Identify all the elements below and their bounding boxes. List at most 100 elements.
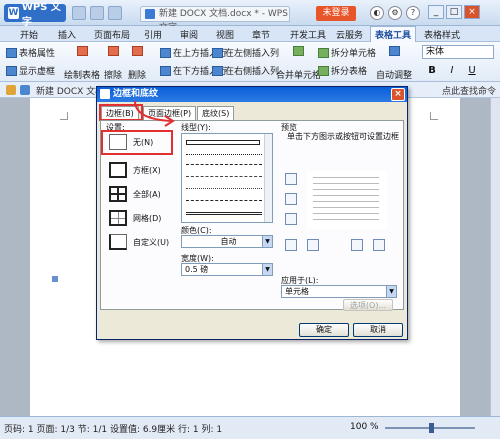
maximize-button[interactable]: □: [446, 5, 462, 19]
line-style-list[interactable]: [181, 133, 273, 223]
eraser-label: 擦除: [104, 71, 123, 81]
setting-all-label: 全部(A): [133, 189, 161, 199]
underline-button[interactable]: U: [466, 64, 478, 78]
minimize-button[interactable]: _: [428, 5, 444, 19]
save-file-icon[interactable]: [20, 85, 30, 95]
setting-grid[interactable]: 网格(D): [109, 207, 179, 229]
vertical-scrollbar[interactable]: [490, 98, 500, 416]
preview-line: [313, 177, 379, 178]
menu-chapter[interactable]: 章节: [252, 28, 270, 41]
command-search[interactable]: 点此查找命令: [442, 84, 496, 97]
save-icon[interactable]: [72, 6, 86, 20]
merge-cells-button[interactable]: 合并单元格: [276, 46, 321, 81]
menu-page-layout[interactable]: 页面布局: [94, 28, 130, 41]
settings-icon[interactable]: ⚙: [388, 6, 402, 20]
setting-custom[interactable]: 自定义(U): [109, 231, 179, 253]
redo-icon[interactable]: [108, 6, 122, 20]
zoom-slider-thumb[interactable]: [429, 423, 434, 433]
document-tab[interactable]: 新建 DOCX 文档.docx * - WPS 文字: [140, 6, 290, 33]
login-button[interactable]: 未登录: [316, 6, 356, 21]
split-cells-label: 拆分单元格: [331, 49, 377, 59]
preview-area[interactable]: [307, 171, 387, 229]
status-bar: 页码: 1 页面: 1/3 节: 1/1 设置值: 6.9厘米 行: 1 列: …: [0, 416, 500, 439]
border-top-button[interactable]: [285, 173, 297, 185]
red-arrow-icon: [134, 100, 175, 127]
insert-left-button[interactable]: 在左侧插入列: [212, 46, 279, 59]
line-style-dash-long[interactable]: [186, 176, 262, 177]
color-select[interactable]: 自动 ▼: [181, 235, 273, 248]
insert-right-button[interactable]: 在右侧插入列: [212, 64, 279, 77]
draw-table-button[interactable]: 绘制表格: [64, 46, 100, 81]
font-family-select[interactable]: 宋体: [422, 45, 494, 59]
border-grid-icon: [109, 210, 127, 226]
tab-shading[interactable]: 底纹(S): [197, 106, 235, 120]
options-button[interactable]: 选项(O)...: [343, 299, 393, 311]
line-style-dash-dot-dot[interactable]: [186, 200, 262, 201]
split-cells-button[interactable]: 拆分单元格: [318, 46, 376, 59]
bold-button[interactable]: B: [426, 64, 438, 78]
ok-button[interactable]: 确定: [299, 323, 349, 337]
line-style-scrollbar[interactable]: [264, 134, 272, 222]
zoom-slider[interactable]: [385, 423, 475, 433]
margin-corner-mark: [60, 112, 68, 120]
border-inside-v-button[interactable]: [351, 239, 363, 251]
ribbon: 表格属性 显示虚框 绘制表格 擦除 删除 在上方插入行 在下方插入行 在左侧插入…: [0, 42, 500, 82]
setting-all[interactable]: 全部(A): [109, 183, 179, 205]
insert-left-label: 在左侧插入列: [225, 49, 280, 59]
delete-label: 删除: [128, 71, 147, 81]
chevron-down-icon: ▼: [262, 264, 272, 275]
menu-table-style[interactable]: 表格样式: [424, 28, 460, 41]
menu-insert[interactable]: 插入: [58, 28, 76, 41]
skin-icon[interactable]: ◐: [370, 6, 384, 20]
draw-table-label: 绘制表格: [64, 71, 101, 81]
menu-review[interactable]: 审阅: [180, 28, 198, 41]
zoom-level: 100 %: [350, 422, 379, 432]
help-icon[interactable]: ?: [406, 6, 420, 20]
setting-grid-label: 网格(D): [133, 213, 162, 223]
table-move-handle-icon[interactable]: [52, 276, 58, 282]
menu-view[interactable]: 视图: [216, 28, 234, 41]
dialog-close-button[interactable]: ×: [391, 88, 405, 101]
apply-to-select[interactable]: 单元格 ▼: [281, 285, 397, 298]
border-diagonal-down-button[interactable]: [373, 239, 385, 251]
menu-table-tools[interactable]: 表格工具: [370, 26, 417, 42]
eraser-icon: [107, 46, 119, 56]
wps-app-button[interactable]: W WPS 文字: [4, 2, 66, 28]
close-button[interactable]: ×: [464, 5, 480, 19]
border-inside-h-button[interactable]: [285, 193, 297, 205]
border-left-button[interactable]: [307, 239, 319, 251]
open-folder-icon[interactable]: [6, 85, 16, 95]
line-style-solid[interactable]: [186, 140, 260, 145]
line-style-dash-dot[interactable]: [186, 188, 262, 189]
insert-col-left-icon: [212, 47, 223, 58]
insert-row-above-icon: [160, 47, 171, 58]
app-button-label: WPS 文字: [21, 2, 61, 28]
menu-developer[interactable]: 开发工具: [290, 28, 326, 41]
border-box-icon: [109, 162, 127, 178]
cancel-button[interactable]: 取消: [353, 323, 403, 337]
setting-box[interactable]: 方框(X): [109, 159, 179, 181]
preview-line: [313, 207, 379, 208]
undo-icon[interactable]: [90, 6, 104, 20]
auto-fit-button[interactable]: 自动调整: [376, 46, 412, 81]
menu-references[interactable]: 引用: [144, 28, 162, 41]
split-table-button[interactable]: 拆分表格: [318, 64, 367, 77]
insert-right-label: 在右侧插入列: [225, 67, 280, 77]
show-gridlines-button[interactable]: 显示虚框: [6, 64, 55, 77]
document-icon: [145, 9, 155, 19]
split-table-label: 拆分表格: [331, 67, 368, 77]
border-diagonal-up-button[interactable]: [285, 239, 297, 251]
italic-button[interactable]: I: [446, 64, 458, 78]
line-style-dotted[interactable]: [186, 154, 262, 155]
width-select[interactable]: 0.5 磅 ▼: [181, 263, 273, 276]
setting-custom-label: 自定义(U): [133, 237, 170, 247]
menu-cloud[interactable]: 云服务: [336, 28, 363, 41]
table-props-button[interactable]: 表格属性: [6, 46, 55, 59]
delete-button[interactable]: 删除: [128, 46, 146, 81]
menu-home[interactable]: 开始: [20, 28, 38, 41]
eraser-button[interactable]: 擦除: [104, 46, 122, 81]
preview-line: [313, 213, 379, 214]
line-style-dashed[interactable]: [186, 164, 262, 165]
border-bottom-button[interactable]: [285, 213, 297, 225]
line-style-double[interactable]: [186, 212, 262, 215]
